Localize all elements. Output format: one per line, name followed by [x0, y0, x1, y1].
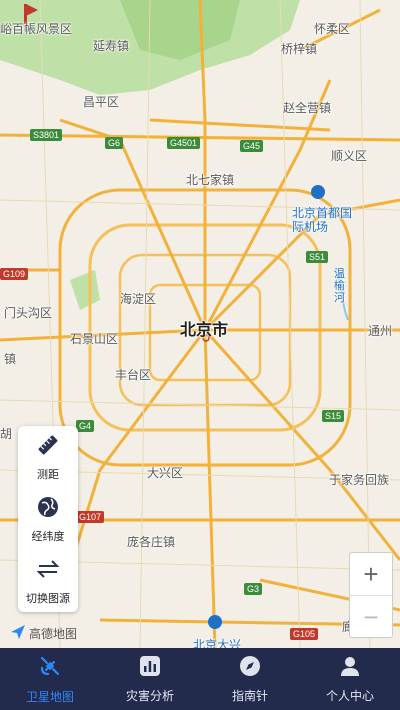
tab-profile[interactable]: 个人中心 [300, 648, 400, 710]
latlng-button[interactable]: 经纬度 [18, 488, 78, 550]
tab-disaster-analysis[interactable]: 灾害分析 [100, 648, 200, 710]
chart-icon [139, 655, 161, 682]
map-label-beijing: 北京市 [180, 322, 229, 339]
map-label-shunyi: 顺义区 [331, 149, 368, 163]
map-label-shijingshan: 石景山区 [70, 332, 119, 346]
globe-icon [36, 495, 60, 524]
road-g6: G6 [105, 137, 124, 149]
map-label-huairou: 怀柔区 [314, 22, 351, 36]
amap-logo-icon [10, 624, 26, 643]
tab-profile-label: 个人中心 [325, 688, 374, 703]
zoom-control: + − [349, 552, 393, 638]
road-g105: G105 [290, 628, 319, 640]
map-label-airport: 北京首都国际机场 [292, 206, 353, 234]
map-label-tongzhou: 通州 [368, 324, 393, 338]
map-label-changping: 昌平区 [83, 95, 120, 109]
tab-satellite-map-label: 卫星地图 [25, 689, 74, 704]
attribution-text: 高德地图 [29, 627, 78, 641]
road-s15: S15 [322, 410, 345, 422]
road-s3801: S3801 [30, 129, 63, 141]
latlng-label: 经纬度 [31, 530, 65, 543]
tool-panel: 测距 经纬度 切换图源 [18, 426, 78, 612]
map-attribution: 高德地图 [10, 624, 77, 643]
switch-source-label: 切换图源 [26, 592, 70, 605]
map-label-scenic: 峪百帳风景区 [0, 22, 73, 36]
bottom-tab-bar: 卫星地图 灾害分析 指南针 个人中心 [0, 648, 400, 710]
zoom-out-button[interactable]: − [350, 595, 392, 638]
zoom-in-button[interactable]: + [350, 553, 392, 595]
measure-button[interactable]: 测距 [18, 426, 78, 488]
road-g4: G4 [76, 420, 95, 432]
switch-source-button[interactable]: 切换图源 [18, 550, 78, 612]
road-g3: G3 [244, 583, 263, 595]
road-g107: G107 [76, 511, 105, 523]
tab-compass[interactable]: 指南针 [200, 648, 300, 710]
map-label-zhaoquanying: 赵全营镇 [283, 101, 332, 115]
map-label-daxing: 大兴区 [147, 466, 184, 480]
compass-icon [239, 655, 261, 682]
ruler-icon [36, 433, 60, 462]
map-label-fengtai: 丰台区 [115, 368, 152, 382]
road-g45: G45 [240, 140, 264, 152]
map-label-yanshou: 延寿镇 [93, 39, 130, 53]
road-g109: G109 [0, 268, 29, 280]
tab-compass-label: 指南针 [231, 688, 268, 703]
map-label-zhen-left: 镇 [4, 352, 17, 366]
road-s51: S51 [306, 251, 329, 263]
map-label-daxing-airport: 北京大兴 [193, 638, 242, 648]
satellite-icon [38, 654, 62, 683]
map-label-yujiawu: 于家务回族 [329, 473, 390, 487]
map-label-mentougou: 门头沟区 [4, 306, 53, 320]
map-label-pangezhuang: 庞各庄镇 [127, 535, 176, 549]
measure-label: 测距 [37, 468, 59, 481]
map-label-haidian: 海淀区 [120, 292, 157, 306]
road-g4501: G4501 [167, 137, 201, 149]
map-label-qiaozi: 桥梓镇 [281, 42, 318, 56]
map-label-river: 温榆河 [334, 268, 345, 304]
map-label-beiqijia: 北七家镇 [186, 173, 235, 187]
map-label-hu: 胡 [0, 427, 13, 441]
user-icon [339, 655, 361, 682]
tab-disaster-analysis-label: 灾害分析 [125, 688, 174, 703]
tab-satellite-map[interactable]: 卫星地图 [0, 648, 100, 710]
swap-icon [36, 557, 60, 586]
